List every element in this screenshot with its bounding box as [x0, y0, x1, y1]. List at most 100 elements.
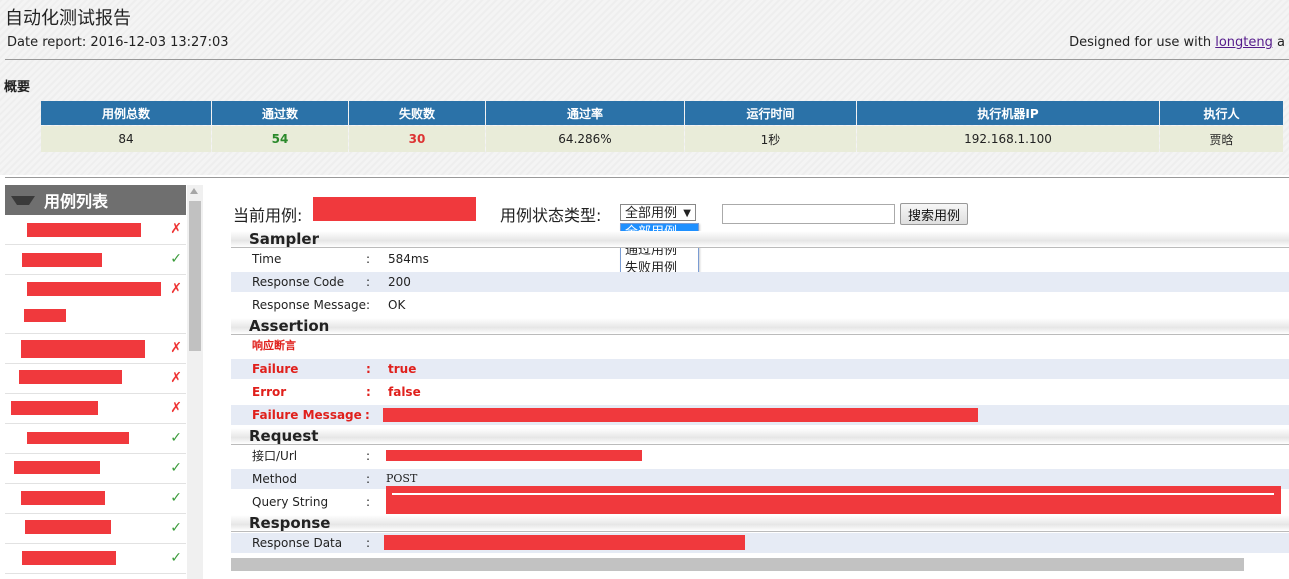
pass-rate-value: 64.286% [486, 126, 684, 152]
col-machine-ip: 执行机器IP [857, 101, 1159, 125]
time-label: Time [252, 252, 282, 266]
case-list-panel: 用例列表 ✗ ✓ ✗ ✗ ✗ ✗ ✓ ✓ ✓ ✓ ✓ [5, 185, 186, 579]
assertion-section-title: Assertion [231, 318, 1289, 335]
pass-check-icon: ✓ [170, 550, 182, 566]
scroll-up-arrow-icon[interactable] [190, 188, 198, 194]
response-code-label: Response Code [252, 275, 345, 289]
separator: : [366, 495, 371, 509]
case-list-header[interactable]: 用例列表 [5, 185, 186, 215]
header-divider [5, 59, 1289, 60]
col-failed: 失败数 [349, 101, 485, 125]
failure-message-label: Failure Message [252, 408, 362, 422]
case-list-item[interactable]: ✓ [5, 245, 186, 275]
error-row: Error : false [231, 382, 1289, 402]
failure-label: Failure [252, 362, 299, 376]
designed-for: Designed for use with longteng a [1069, 35, 1285, 50]
assertion-subtitle: 响应断言 [252, 339, 296, 352]
designed-suffix: a [1272, 35, 1285, 50]
summary-label: 概要 [4, 80, 31, 95]
col-pass-rate: 通过率 [486, 101, 684, 125]
time-row: Time : 584ms [231, 249, 1289, 269]
query-string-label: Query String [252, 495, 329, 509]
response-message-row: Response Message : OK [231, 295, 1289, 315]
redacted-case-name [27, 223, 141, 237]
dropdown-arrow-icon: ▼ [683, 208, 691, 219]
status-type-label: 用例状态类型: [500, 206, 602, 225]
error-value: false [388, 385, 421, 399]
failure-value: true [388, 362, 417, 376]
col-run-time: 运行时间 [685, 101, 856, 125]
redacted-case-name [24, 309, 66, 322]
case-list-scrollbar[interactable] [187, 185, 203, 579]
redacted-failure-message [383, 408, 978, 422]
failed-value: 30 [349, 126, 485, 152]
collapse-triangle-icon[interactable] [11, 195, 35, 205]
case-list-item[interactable]: ✓ [5, 544, 186, 574]
error-label: Error [252, 385, 287, 399]
url-row: 接口/Url : [231, 446, 1289, 466]
pass-check-icon: ✓ [170, 430, 182, 446]
fail-cross-icon: ✗ [170, 340, 182, 356]
longteng-link[interactable]: longteng [1215, 35, 1273, 50]
pass-check-icon: ✓ [170, 490, 182, 506]
separator: : [366, 298, 371, 312]
pass-check-icon: ✓ [170, 460, 182, 476]
case-list-item[interactable]: ✗ [5, 394, 186, 424]
failure-message-row: Failure Message : [231, 405, 1289, 425]
case-list-item[interactable]: ✗ [5, 275, 186, 334]
case-list-title: 用例列表 [44, 192, 109, 211]
case-list-item[interactable]: ✗ [5, 215, 186, 245]
status-type-select[interactable]: 全部用例 ▼ [620, 204, 696, 221]
fail-cross-icon: ✗ [170, 370, 182, 386]
executor-value: 贾晗 [1160, 126, 1283, 152]
redacted-case-name [22, 253, 102, 267]
fail-cross-icon: ✗ [170, 400, 182, 416]
redacted-case-name [27, 282, 161, 296]
case-list-item[interactable]: ✓ [5, 454, 186, 484]
date-report: Date report: 2016-12-03 13:27:03 [7, 35, 229, 50]
current-case-label: 当前用例: [233, 206, 303, 225]
search-button[interactable]: 搜索用例 [900, 203, 968, 225]
failure-row: Failure : true [231, 359, 1289, 379]
case-list-item[interactable]: ✓ [5, 514, 186, 544]
col-passed: 通过数 [212, 101, 348, 125]
case-list-item[interactable]: ✓ [5, 424, 186, 454]
case-list-item[interactable]: ✗ [5, 364, 186, 394]
col-executor: 执行人 [1160, 101, 1283, 125]
response-code-value: 200 [388, 275, 411, 289]
redacted-current-case [313, 197, 476, 221]
redacted-case-name [25, 520, 111, 534]
separator: : [366, 385, 371, 399]
separator: : [366, 472, 371, 486]
horizontal-scrollbar[interactable] [231, 558, 1244, 571]
redacted-url [386, 450, 642, 461]
separator: : [366, 449, 371, 463]
response-message-value: OK [388, 298, 406, 312]
response-data-row: Response Data : [231, 533, 1289, 553]
separator: : [366, 536, 371, 550]
separator: : [366, 275, 371, 289]
url-label: 接口/Url [252, 449, 298, 463]
case-list-item[interactable]: ✓ [5, 484, 186, 514]
page-title: 自动化测试报告 [5, 8, 131, 29]
redacted-response-data [384, 535, 745, 550]
response-section-title: Response [231, 515, 1289, 532]
pass-check-icon: ✓ [170, 251, 182, 267]
fail-cross-icon: ✗ [170, 221, 182, 237]
sampler-section-title: Sampler [231, 231, 1289, 248]
redacted-case-name [21, 340, 145, 358]
search-input[interactable] [722, 204, 895, 224]
separator: : [365, 408, 370, 422]
request-section-title: Request [231, 428, 1289, 445]
assertion-subtitle-row: 响应断言 [231, 336, 1289, 356]
scrollbar-thumb[interactable] [189, 201, 201, 351]
query-string-overlay-line [392, 493, 1274, 495]
case-list-item[interactable]: ✗ [5, 334, 186, 364]
summary-divider [5, 177, 1289, 178]
fail-cross-icon: ✗ [170, 281, 182, 297]
redacted-case-name [27, 432, 129, 444]
redacted-query-string [386, 486, 1281, 514]
summary-table: 用例总数 通过数 失败数 通过率 运行时间 执行机器IP 执行人 84 54 3… [40, 100, 1284, 153]
passed-value: 54 [212, 126, 348, 152]
response-data-label: Response Data [252, 536, 343, 550]
